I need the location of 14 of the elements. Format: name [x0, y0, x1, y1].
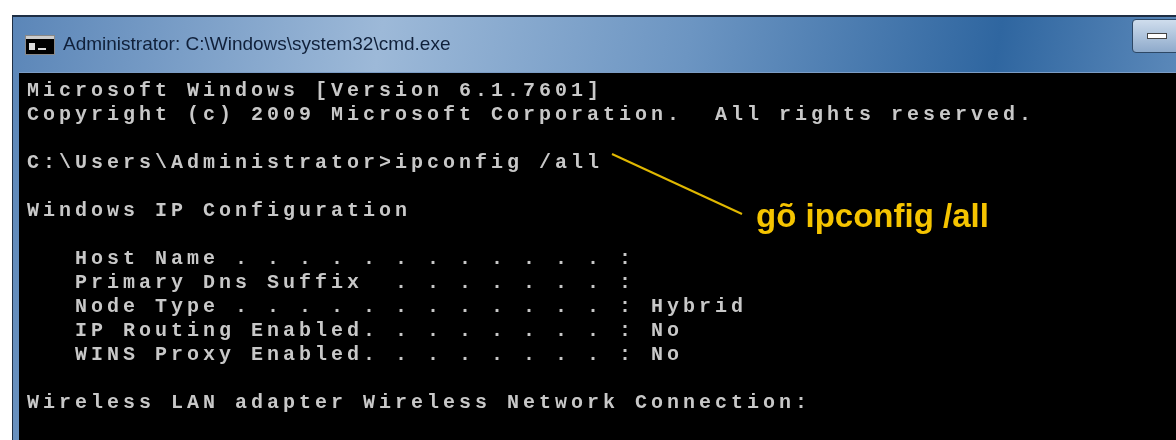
annotation-label: gõ ipconfig /all [756, 196, 989, 236]
console-line: WINS Proxy Enabled. . . . . . . . : No [74, 343, 684, 367]
console-line: Copyright (c) 2009 Microsoft Corporation. All rights reserved. [27, 103, 1036, 127]
console-line: Windows IP Configuration [27, 199, 412, 223]
console-line: Host Name . . . . . . . . . . . . : [74, 247, 636, 271]
console-line: Wireless LAN adapter Wireless Network Connection: [27, 391, 812, 415]
console-line: Microsoft Windows [Version 6.1.7601] [27, 79, 604, 103]
console-line: IP Routing Enabled. . . . . . . . : No [74, 319, 684, 343]
minimize-button[interactable] [1132, 19, 1176, 53]
console-icon [25, 34, 55, 55]
console-line: Primary Dns Suffix . . . . . . . : [74, 271, 636, 295]
console-line: Node Type . . . . . . . . . . . . : Hybrid [74, 295, 748, 319]
window-title: Administrator: C:\Windows\system32\cmd.exe [63, 32, 451, 57]
console-line: C:\Users\Administrator>ipconfig /all [27, 151, 604, 175]
